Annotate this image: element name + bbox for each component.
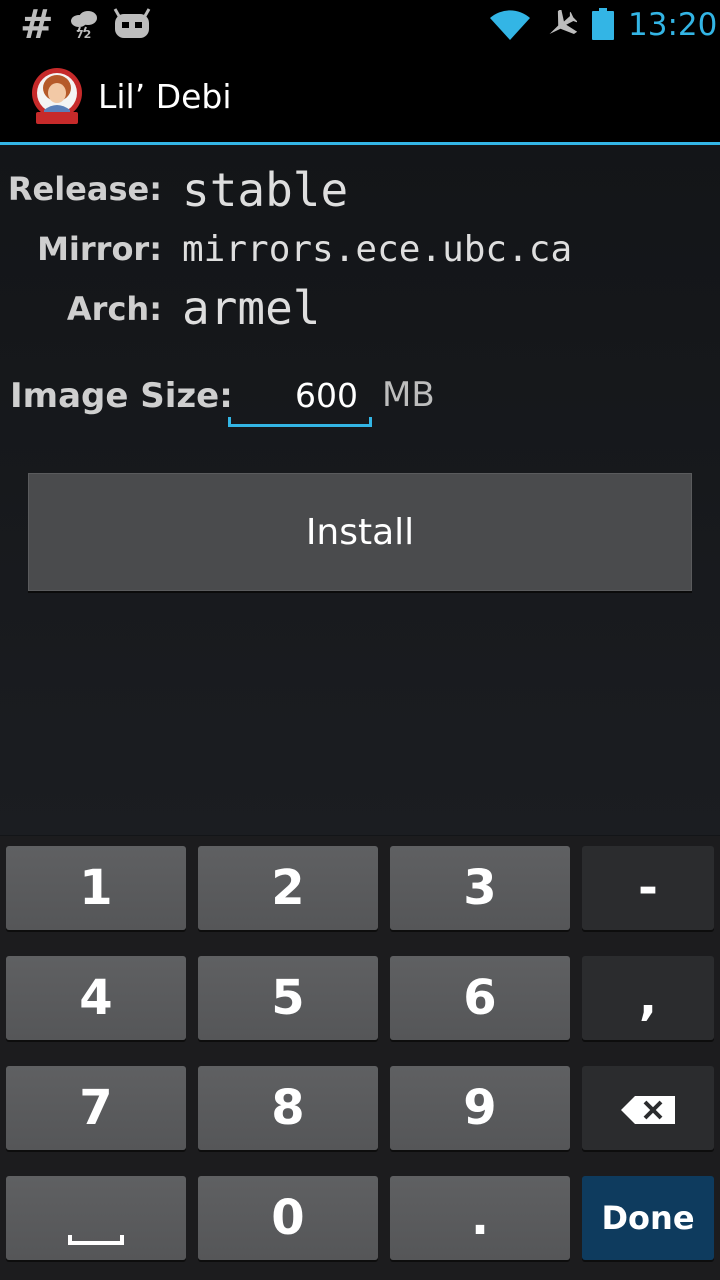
arch-value: armel (182, 281, 321, 335)
done-key[interactable]: Done (582, 1176, 714, 1260)
airplane-icon (545, 8, 578, 44)
hash-icon: # (20, 2, 54, 48)
key-period[interactable]: . (390, 1176, 570, 1260)
space-icon (68, 1235, 124, 1245)
mirror-value: mirrors.ece.ubc.ca (182, 229, 573, 270)
key-comma[interactable]: , (582, 956, 714, 1040)
key-9[interactable]: 9 (390, 1066, 570, 1150)
image-size-underline (228, 417, 372, 427)
status-bar: # 72 13:20 (0, 0, 720, 50)
key-7[interactable]: 7 (6, 1066, 186, 1150)
key-minus[interactable]: - (582, 846, 714, 930)
clock: 13:20 (628, 7, 718, 43)
image-size-unit: MB (382, 375, 435, 415)
backspace-key[interactable] (582, 1066, 714, 1150)
image-size-input[interactable] (228, 367, 372, 423)
action-bar: Lil’ Debi (0, 50, 720, 142)
key-5[interactable]: 5 (198, 956, 378, 1040)
release-value: stable (182, 163, 349, 217)
battery-icon (592, 8, 614, 40)
app-title: Lil’ Debi (98, 77, 232, 116)
release-label: Release: (7, 170, 162, 208)
key-0[interactable]: 0 (198, 1176, 378, 1260)
numeric-keyboard: 1 2 3 - 4 5 6 , 7 8 9 0 . Done (0, 836, 720, 1280)
image-size-label: Image Size: (10, 376, 233, 416)
image-size-field[interactable] (228, 367, 372, 427)
key-8[interactable]: 8 (198, 1066, 378, 1150)
weather-temp: 72 (76, 28, 92, 41)
key-1[interactable]: 1 (6, 846, 186, 930)
arch-label: Arch: (66, 290, 162, 328)
cyanogenmod-icon (113, 8, 151, 44)
lil-debi-logo-icon[interactable] (30, 66, 84, 128)
main-content: Release: stable Mirror: mirrors.ece.ubc.… (0, 145, 720, 835)
key-2[interactable]: 2 (198, 846, 378, 930)
wifi-icon (489, 8, 531, 46)
mirror-label: Mirror: (37, 230, 162, 268)
install-button[interactable]: Install (28, 473, 692, 591)
key-3[interactable]: 3 (390, 846, 570, 930)
key-4[interactable]: 4 (6, 956, 186, 1040)
weather-icon: 72 (68, 6, 102, 44)
space-key[interactable] (6, 1176, 186, 1260)
backspace-icon (621, 1080, 675, 1136)
key-6[interactable]: 6 (390, 956, 570, 1040)
